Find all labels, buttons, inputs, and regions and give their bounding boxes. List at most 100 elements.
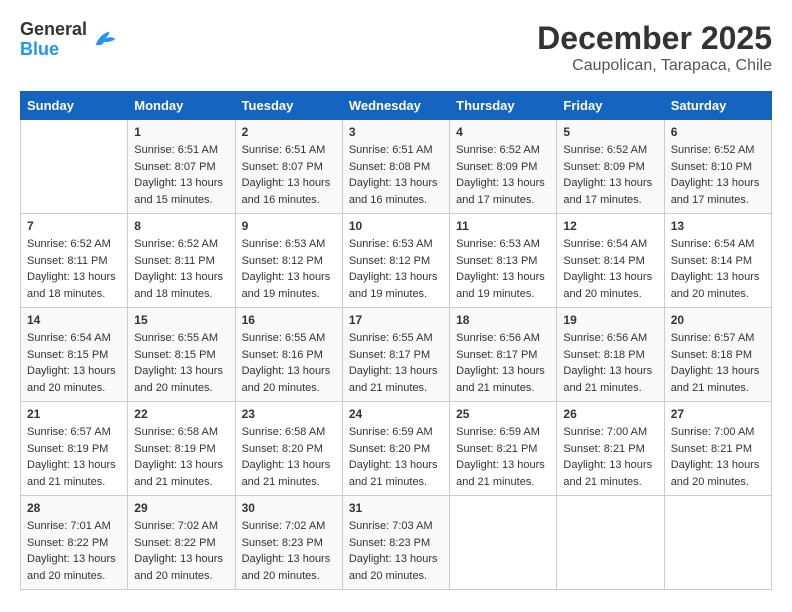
day-cell: 25 Sunrise: 6:59 AMSunset: 8:21 PMDayligh…: [450, 402, 557, 496]
day-number: 13: [671, 219, 765, 233]
day-info: Sunrise: 6:52 AMSunset: 8:11 PMDaylight:…: [27, 236, 121, 302]
day-number: 27: [671, 407, 765, 421]
day-cell: 12 Sunrise: 6:54 AMSunset: 8:14 PMDayligh…: [557, 214, 664, 308]
week-row-3: 14 Sunrise: 6:54 AMSunset: 8:15 PMDayligh…: [21, 308, 772, 402]
header-saturday: Saturday: [664, 92, 771, 120]
week-row-4: 21 Sunrise: 6:57 AMSunset: 8:19 PMDayligh…: [21, 402, 772, 496]
day-cell: 24 Sunrise: 6:59 AMSunset: 8:20 PMDayligh…: [342, 402, 449, 496]
day-info: Sunrise: 7:02 AMSunset: 8:23 PMDaylight:…: [242, 518, 336, 584]
day-cell: 2 Sunrise: 6:51 AMSunset: 8:07 PMDaylight…: [235, 120, 342, 214]
day-info: Sunrise: 6:53 AMSunset: 8:12 PMDaylight:…: [349, 236, 443, 302]
day-cell: 28 Sunrise: 7:01 AMSunset: 8:22 PMDayligh…: [21, 496, 128, 590]
day-info: Sunrise: 6:54 AMSunset: 8:14 PMDaylight:…: [671, 236, 765, 302]
day-info: Sunrise: 6:55 AMSunset: 8:15 PMDaylight:…: [134, 330, 228, 396]
day-info: Sunrise: 6:54 AMSunset: 8:14 PMDaylight:…: [563, 236, 657, 302]
day-info: Sunrise: 6:53 AMSunset: 8:12 PMDaylight:…: [242, 236, 336, 302]
day-info: Sunrise: 7:02 AMSunset: 8:22 PMDaylight:…: [134, 518, 228, 584]
day-cell: 17 Sunrise: 6:55 AMSunset: 8:17 PMDayligh…: [342, 308, 449, 402]
week-row-5: 28 Sunrise: 7:01 AMSunset: 8:22 PMDayligh…: [21, 496, 772, 590]
day-info: Sunrise: 6:57 AMSunset: 8:19 PMDaylight:…: [27, 424, 121, 490]
week-row-1: 1 Sunrise: 6:51 AMSunset: 8:07 PMDaylight…: [21, 120, 772, 214]
title-block: December 2025 Caupolican, Tarapaca, Chil…: [537, 20, 772, 75]
day-number: 7: [27, 219, 121, 233]
day-cell: [21, 120, 128, 214]
header-monday: Monday: [128, 92, 235, 120]
day-cell: 26 Sunrise: 7:00 AMSunset: 8:21 PMDayligh…: [557, 402, 664, 496]
day-number: 23: [242, 407, 336, 421]
day-number: 21: [27, 407, 121, 421]
day-info: Sunrise: 6:59 AMSunset: 8:21 PMDaylight:…: [456, 424, 550, 490]
day-info: Sunrise: 7:00 AMSunset: 8:21 PMDaylight:…: [671, 424, 765, 490]
day-info: Sunrise: 6:51 AMSunset: 8:08 PMDaylight:…: [349, 142, 443, 208]
day-cell: [450, 496, 557, 590]
day-number: 5: [563, 125, 657, 139]
day-cell: 22 Sunrise: 6:58 AMSunset: 8:19 PMDayligh…: [128, 402, 235, 496]
day-info: Sunrise: 6:58 AMSunset: 8:19 PMDaylight:…: [134, 424, 228, 490]
day-cell: 20Sunrise: 6:57 AMSunset: 8:18 PMDayligh…: [664, 308, 771, 402]
header-sunday: Sunday: [21, 92, 128, 120]
day-cell: 27 Sunrise: 7:00 AMSunset: 8:21 PMDayligh…: [664, 402, 771, 496]
day-number: 19: [563, 313, 657, 327]
day-info: Sunrise: 7:00 AMSunset: 8:21 PMDaylight:…: [563, 424, 657, 490]
header-tuesday: Tuesday: [235, 92, 342, 120]
day-number: 14: [27, 313, 121, 327]
header-friday: Friday: [557, 92, 664, 120]
logo: General Blue: [20, 20, 119, 60]
day-number: 4: [456, 125, 550, 139]
day-number: 17: [349, 313, 443, 327]
logo-bird-icon: [91, 26, 119, 54]
day-number: 24: [349, 407, 443, 421]
day-number: 29: [134, 501, 228, 515]
day-info: Sunrise: 6:55 AMSunset: 8:16 PMDaylight:…: [242, 330, 336, 396]
day-cell: 15 Sunrise: 6:55 AMSunset: 8:15 PMDayligh…: [128, 308, 235, 402]
day-info: Sunrise: 7:01 AMSunset: 8:22 PMDaylight:…: [27, 518, 121, 584]
day-info: Sunrise: 6:59 AMSunset: 8:20 PMDaylight:…: [349, 424, 443, 490]
day-info: Sunrise: 6:56 AMSunset: 8:17 PMDaylight:…: [456, 330, 550, 396]
logo-blue: Blue: [20, 40, 87, 60]
day-info: Sunrise: 6:52 AMSunset: 8:10 PMDaylight:…: [671, 142, 765, 208]
day-number: 30: [242, 501, 336, 515]
day-number: 12: [563, 219, 657, 233]
day-cell: 3 Sunrise: 6:51 AMSunset: 8:08 PMDaylight…: [342, 120, 449, 214]
week-row-2: 7 Sunrise: 6:52 AMSunset: 8:11 PMDaylight…: [21, 214, 772, 308]
day-cell: 21 Sunrise: 6:57 AMSunset: 8:19 PMDayligh…: [21, 402, 128, 496]
day-number: 10: [349, 219, 443, 233]
logo-general: General: [20, 20, 87, 40]
day-cell: 31 Sunrise: 7:03 AMSunset: 8:23 PMDayligh…: [342, 496, 449, 590]
day-info: Sunrise: 6:53 AMSunset: 8:13 PMDaylight:…: [456, 236, 550, 302]
header-thursday: Thursday: [450, 92, 557, 120]
day-cell: [557, 496, 664, 590]
day-number: 31: [349, 501, 443, 515]
day-number: 6: [671, 125, 765, 139]
day-info: Sunrise: 6:55 AMSunset: 8:17 PMDaylight:…: [349, 330, 443, 396]
day-info: Sunrise: 6:51 AMSunset: 8:07 PMDaylight:…: [242, 142, 336, 208]
day-number: 1: [134, 125, 228, 139]
day-number: 28: [27, 501, 121, 515]
day-number: 20: [671, 313, 765, 327]
day-cell: 6 Sunrise: 6:52 AMSunset: 8:10 PMDaylight…: [664, 120, 771, 214]
day-cell: 18 Sunrise: 6:56 AMSunset: 8:17 PMDayligh…: [450, 308, 557, 402]
day-info: Sunrise: 6:52 AMSunset: 8:11 PMDaylight:…: [134, 236, 228, 302]
day-cell: 16Sunrise: 6:55 AMSunset: 8:16 PMDayligh…: [235, 308, 342, 402]
day-cell: [664, 496, 771, 590]
day-number: 3: [349, 125, 443, 139]
day-cell: 23 Sunrise: 6:58 AMSunset: 8:20 PMDayligh…: [235, 402, 342, 496]
day-info: Sunrise: 6:54 AMSunset: 8:15 PMDaylight:…: [27, 330, 121, 396]
day-info: Sunrise: 6:56 AMSunset: 8:18 PMDaylight:…: [563, 330, 657, 396]
day-info: Sunrise: 7:03 AMSunset: 8:23 PMDaylight:…: [349, 518, 443, 584]
day-number: 2: [242, 125, 336, 139]
day-cell: 14 Sunrise: 6:54 AMSunset: 8:15 PMDayligh…: [21, 308, 128, 402]
day-number: 8: [134, 219, 228, 233]
day-info: Sunrise: 6:52 AMSunset: 8:09 PMDaylight:…: [456, 142, 550, 208]
day-number: 25: [456, 407, 550, 421]
day-cell: 11Sunrise: 6:53 AMSunset: 8:13 PMDayligh…: [450, 214, 557, 308]
day-number: 22: [134, 407, 228, 421]
day-cell: 8 Sunrise: 6:52 AMSunset: 8:11 PMDaylight…: [128, 214, 235, 308]
header-row: SundayMondayTuesdayWednesdayThursdayFrid…: [21, 92, 772, 120]
day-number: 26: [563, 407, 657, 421]
header-wednesday: Wednesday: [342, 92, 449, 120]
day-number: 18: [456, 313, 550, 327]
day-cell: 30 Sunrise: 7:02 AMSunset: 8:23 PMDayligh…: [235, 496, 342, 590]
day-info: Sunrise: 6:58 AMSunset: 8:20 PMDaylight:…: [242, 424, 336, 490]
day-number: 15: [134, 313, 228, 327]
